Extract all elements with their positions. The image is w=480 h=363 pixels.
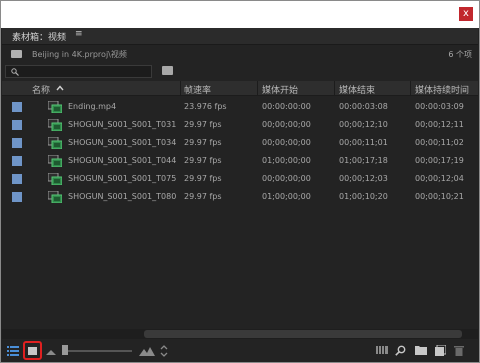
frame-rate: 29.97 fps [184,120,222,129]
media-table: 名称 帧速率 媒体开始 媒体结束 媒体持续时间 Ending.mp4 23.976… [2,81,478,329]
media-start: 00;00;00;00 [262,174,311,183]
clip-name[interactable]: SHOGUN_S001_S001_T034 [68,138,176,147]
table-row[interactable]: SHOGUN_S001_S001_T075 29.97 fps 00;00;00;0… [2,170,478,188]
zoom-out-icon[interactable] [46,349,56,355]
icon-view-button[interactable] [23,341,42,360]
video-clip-icon [48,191,62,203]
new-item-icon[interactable] [435,345,446,356]
column-header-media-duration[interactable]: 媒体持续时间 [415,83,469,96]
column-header-media-start[interactable]: 媒体开始 [262,83,298,96]
media-duration: 00;00;11;02 [415,138,464,147]
new-search-bin-icon[interactable] [162,66,173,75]
item-count: 6 个项 [448,50,472,59]
label-color-swatch[interactable] [12,138,22,148]
clear-icon[interactable] [454,345,464,356]
media-end: 01;00;17;18 [339,156,388,165]
find-icon[interactable] [395,345,406,356]
search-icon [11,68,19,76]
label-color-swatch[interactable] [12,192,22,202]
bottom-toolbar [2,340,478,362]
media-end: 00;00;11;01 [339,138,388,147]
column-header-fps[interactable]: 帧速率 [184,83,211,96]
column-divider[interactable] [257,81,258,96]
project-path: Beijing in 4K.prproj\视频 [32,50,127,59]
frame-rate: 29.97 fps [184,174,222,183]
video-clip-icon [48,155,62,167]
media-end: 00;00;12;03 [339,174,388,183]
window-titlebar: x [1,1,479,28]
icon-view-icon [28,347,37,355]
clip-name[interactable]: SHOGUN_S001_S001_T031 [68,120,176,129]
table-row[interactable]: SHOGUN_S001_S001_T044 29.97 fps 01;00;00;0… [2,152,478,170]
media-start: 01;00;00;00 [262,156,311,165]
panel-header: 素材箱：视频 ≡ [2,28,478,45]
horizontal-scrollbar[interactable] [2,329,478,339]
search-bar [2,64,478,80]
frame-rate: 29.97 fps [184,156,222,165]
column-divider[interactable] [180,81,181,96]
sort-ascending-icon[interactable] [56,85,64,91]
column-divider[interactable] [410,81,411,96]
project-bin-window: x 素材箱：视频 ≡ Beijing in 4K.prproj\视频 6 个项 … [0,0,480,363]
media-end: 00;00;12;10 [339,120,388,129]
clip-name[interactable]: SHOGUN_S001_S001_T080 [68,192,176,201]
table-row[interactable]: Ending.mp4 23.976 fps 00:00:00:00 00:00:03:… [2,98,478,116]
table-header: 名称 帧速率 媒体开始 媒体结束 媒体持续时间 [2,81,478,96]
frame-rate: 29.97 fps [184,138,222,147]
zoom-slider[interactable] [62,350,132,352]
media-duration: 00;00;12;11 [415,120,464,129]
search-input[interactable] [5,65,152,78]
column-header-name[interactable]: 名称 [32,83,50,96]
column-header-media-end[interactable]: 媒体结束 [339,83,375,96]
media-duration: 00;00;12;04 [415,174,464,183]
path-bar: Beijing in 4K.prproj\视频 6 个项 [2,46,478,64]
clip-name[interactable]: SHOGUN_S001_S001_T075 [68,174,176,183]
hamburger-menu-icon[interactable]: ≡ [75,29,83,39]
table-row[interactable]: SHOGUN_S001_S001_T034 29.97 fps 00;00;00;0… [2,134,478,152]
media-start: 00:00:00:00 [262,102,311,111]
frame-rate: 23.976 fps [184,102,227,111]
video-clip-icon [48,137,62,149]
media-end: 01;00;10;20 [339,192,388,201]
new-bin-icon[interactable] [415,345,427,355]
scrollbar-thumb[interactable] [144,330,462,338]
column-divider[interactable] [334,81,335,96]
list-view-icon[interactable] [7,345,19,356]
sort-icon[interactable] [160,345,168,357]
zoom-slider-handle[interactable] [62,345,68,355]
video-clip-icon [48,119,62,131]
media-duration: 00:00:03:09 [415,102,464,111]
media-end: 00:00:03:08 [339,102,388,111]
folder-icon [11,50,22,58]
table-row[interactable]: SHOGUN_S001_S001_T031 29.97 fps 00;00;00;0… [2,116,478,134]
media-start: 00;00;00;00 [262,138,311,147]
label-color-swatch[interactable] [12,156,22,166]
video-clip-icon [48,173,62,185]
close-button[interactable]: x [459,7,473,21]
media-duration: 00;00;17;19 [415,156,464,165]
label-color-swatch[interactable] [12,102,22,112]
clip-name[interactable]: SHOGUN_S001_S001_T044 [68,156,176,165]
media-start: 00;00;00;00 [262,120,311,129]
media-start: 01;00;00;00 [262,192,311,201]
label-color-swatch[interactable] [12,174,22,184]
frame-rate: 29.97 fps [184,192,222,201]
table-row[interactable]: SHOGUN_S001_S001_T080 29.97 fps 01;00;00;0… [2,188,478,206]
label-color-swatch[interactable] [12,120,22,130]
media-duration: 00;00;10;21 [415,192,464,201]
panel-title[interactable]: 素材箱：视频 [12,30,66,43]
clip-name[interactable]: Ending.mp4 [68,102,116,111]
automate-to-sequence-icon[interactable] [376,345,388,355]
zoom-in-icon[interactable] [139,346,155,356]
video-clip-icon [48,101,62,113]
